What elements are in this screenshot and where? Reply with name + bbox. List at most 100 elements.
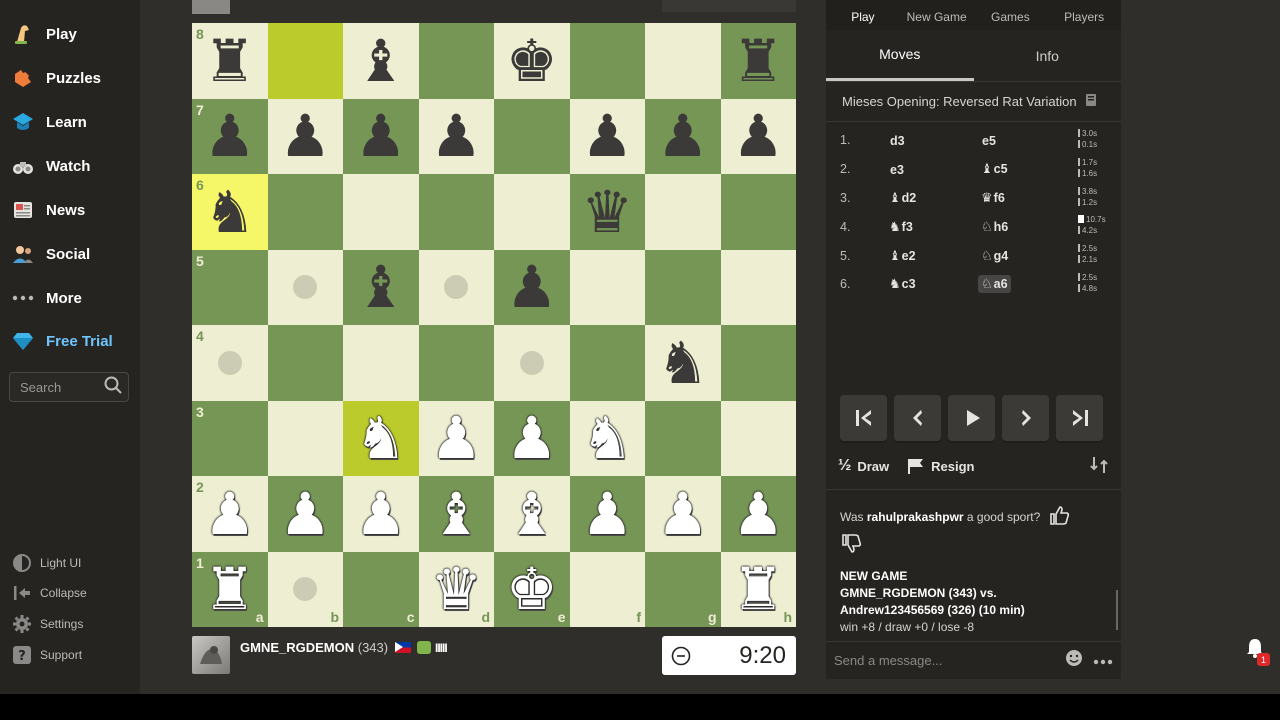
last-move-button[interactable] — [1056, 395, 1103, 441]
square-e7[interactable] — [494, 98, 570, 174]
square-h7[interactable]: ♟ — [720, 98, 796, 174]
square-d1[interactable]: d ♛ — [418, 551, 494, 627]
black-pawn-icon[interactable]: ♟ — [506, 258, 558, 316]
square-h8[interactable]: ♜ — [720, 23, 796, 99]
square-c6[interactable] — [343, 174, 419, 250]
square-f2[interactable]: ♟ — [569, 476, 645, 552]
tab-moves[interactable]: Moves — [826, 30, 974, 81]
white-move[interactable]: ♝d2 — [886, 189, 919, 207]
square-b6[interactable] — [267, 174, 343, 250]
emoji-icon[interactable] — [1065, 649, 1083, 672]
black-pawn-icon[interactable]: ♟ — [355, 107, 407, 165]
white-pawn-icon[interactable]: ♟ — [430, 409, 482, 467]
flip-board-icon[interactable] — [1089, 455, 1109, 478]
tab-new-game[interactable]: New Game — [900, 0, 974, 30]
square-b4[interactable] — [267, 325, 343, 401]
book-icon[interactable] — [1085, 93, 1097, 110]
square-a4[interactable]: 4 — [192, 325, 268, 401]
square-c2[interactable]: ♟ — [343, 476, 419, 552]
square-d2[interactable]: ♝ — [418, 476, 494, 552]
first-move-button[interactable] — [840, 395, 887, 441]
square-f5[interactable] — [569, 249, 645, 325]
white-move[interactable]: ♝e2 — [886, 247, 919, 265]
square-b7[interactable]: ♟ — [267, 98, 343, 174]
message-input[interactable] — [834, 653, 1065, 668]
square-h5[interactable] — [720, 249, 796, 325]
thumbs-up-icon[interactable] — [1048, 504, 1070, 529]
black-knight-icon[interactable]: ♞ — [657, 334, 709, 392]
resign-button[interactable]: Resign — [907, 458, 974, 474]
square-h4[interactable] — [720, 325, 796, 401]
square-d6[interactable] — [418, 174, 494, 250]
chess-board[interactable]: 8 ♜ ♝ ♚ ♜ 7 ♟ ♟ ♟ ♟ ♟ ♟ ♟ 6 ♞ ♛ 5 ♝ ♟ 4 ♞ 3 ♞ ♟ ♟ ♞ 2 ♟ ♟ ♟ ♝ ♝ ♟ ♟ ♟ 1 a ♜ b c… — [192, 23, 796, 627]
square-g1[interactable]: g — [645, 551, 721, 627]
square-g8[interactable] — [645, 23, 721, 99]
search-input[interactable] — [20, 379, 100, 395]
square-c4[interactable] — [343, 325, 419, 401]
next-move-button[interactable] — [1002, 395, 1049, 441]
play-button[interactable] — [948, 395, 995, 441]
black-move[interactable]: e5 — [978, 132, 999, 150]
square-c3[interactable]: ♞ — [343, 400, 419, 476]
white-pawn-icon[interactable]: ♟ — [657, 485, 709, 543]
chat-scrollbar[interactable] — [1116, 590, 1118, 630]
black-queen-icon[interactable]: ♛ — [581, 183, 633, 241]
black-pawn-icon[interactable]: ♟ — [279, 107, 331, 165]
white-queen-icon[interactable]: ♛ — [430, 560, 482, 618]
white-move[interactable]: e3 — [886, 161, 907, 179]
tab-games[interactable]: Games — [974, 0, 1048, 30]
square-e2[interactable]: ♝ — [494, 476, 570, 552]
tab-players[interactable]: Players — [1047, 0, 1121, 30]
square-d5[interactable] — [418, 249, 494, 325]
square-d3[interactable]: ♟ — [418, 400, 494, 476]
nav-news[interactable]: News — [10, 195, 85, 225]
square-a3[interactable]: 3 — [192, 400, 268, 476]
square-h1[interactable]: h ♜ — [720, 551, 796, 627]
white-pawn-icon[interactable]: ♟ — [732, 485, 784, 543]
white-knight-icon[interactable]: ♞ — [581, 409, 633, 467]
black-move[interactable]: ♘a6 — [978, 275, 1011, 294]
white-move[interactable]: d3 — [886, 132, 908, 150]
tab-play[interactable]: Play — [826, 0, 900, 30]
white-pawn-icon[interactable]: ♟ — [506, 409, 558, 467]
black-pawn-icon[interactable]: ♟ — [430, 107, 482, 165]
nav-learn[interactable]: Learn — [10, 107, 87, 137]
nav-more[interactable]: More — [10, 283, 82, 313]
nav-free-trial[interactable]: Free Trial — [10, 326, 113, 356]
square-g5[interactable] — [645, 249, 721, 325]
square-f8[interactable] — [569, 23, 645, 99]
more-options-icon[interactable] — [1093, 652, 1113, 670]
white-knight-icon[interactable]: ♞ — [355, 409, 407, 467]
square-e6[interactable] — [494, 174, 570, 250]
square-f4[interactable] — [569, 325, 645, 401]
square-g6[interactable] — [645, 174, 721, 250]
square-g3[interactable] — [645, 400, 721, 476]
black-knight-icon[interactable]: ♞ — [204, 183, 256, 241]
search-icon[interactable] — [104, 376, 122, 399]
square-c7[interactable]: ♟ — [343, 98, 419, 174]
black-pawn-icon[interactable]: ♟ — [204, 107, 256, 165]
square-c1[interactable]: c — [343, 551, 419, 627]
white-rook-icon[interactable]: ♜ — [204, 560, 256, 618]
square-a8[interactable]: 8 ♜ — [192, 23, 268, 99]
square-b5[interactable] — [267, 249, 343, 325]
thumbs-down-icon[interactable] — [840, 533, 1107, 558]
black-move[interactable]: ♘g4 — [978, 247, 1011, 265]
square-a5[interactable]: 5 — [192, 249, 268, 325]
white-bishop-icon[interactable]: ♝ — [430, 485, 482, 543]
white-move[interactable]: ♞f3 — [886, 218, 916, 236]
square-f6[interactable]: ♛ — [569, 174, 645, 250]
white-king-icon[interactable]: ♚ — [506, 560, 558, 618]
move-hint-dot[interactable] — [444, 275, 469, 300]
square-a7[interactable]: 7 ♟ — [192, 98, 268, 174]
square-b2[interactable]: ♟ — [267, 476, 343, 552]
square-c5[interactable]: ♝ — [343, 249, 419, 325]
black-rook-icon[interactable]: ♜ — [204, 32, 256, 90]
square-h2[interactable]: ♟ — [720, 476, 796, 552]
black-pawn-icon[interactable]: ♟ — [732, 107, 784, 165]
square-e4[interactable] — [494, 325, 570, 401]
square-g7[interactable]: ♟ — [645, 98, 721, 174]
square-d4[interactable] — [418, 325, 494, 401]
black-move[interactable]: ♝c5 — [978, 160, 1011, 178]
white-move[interactable]: ♞c3 — [886, 275, 919, 293]
